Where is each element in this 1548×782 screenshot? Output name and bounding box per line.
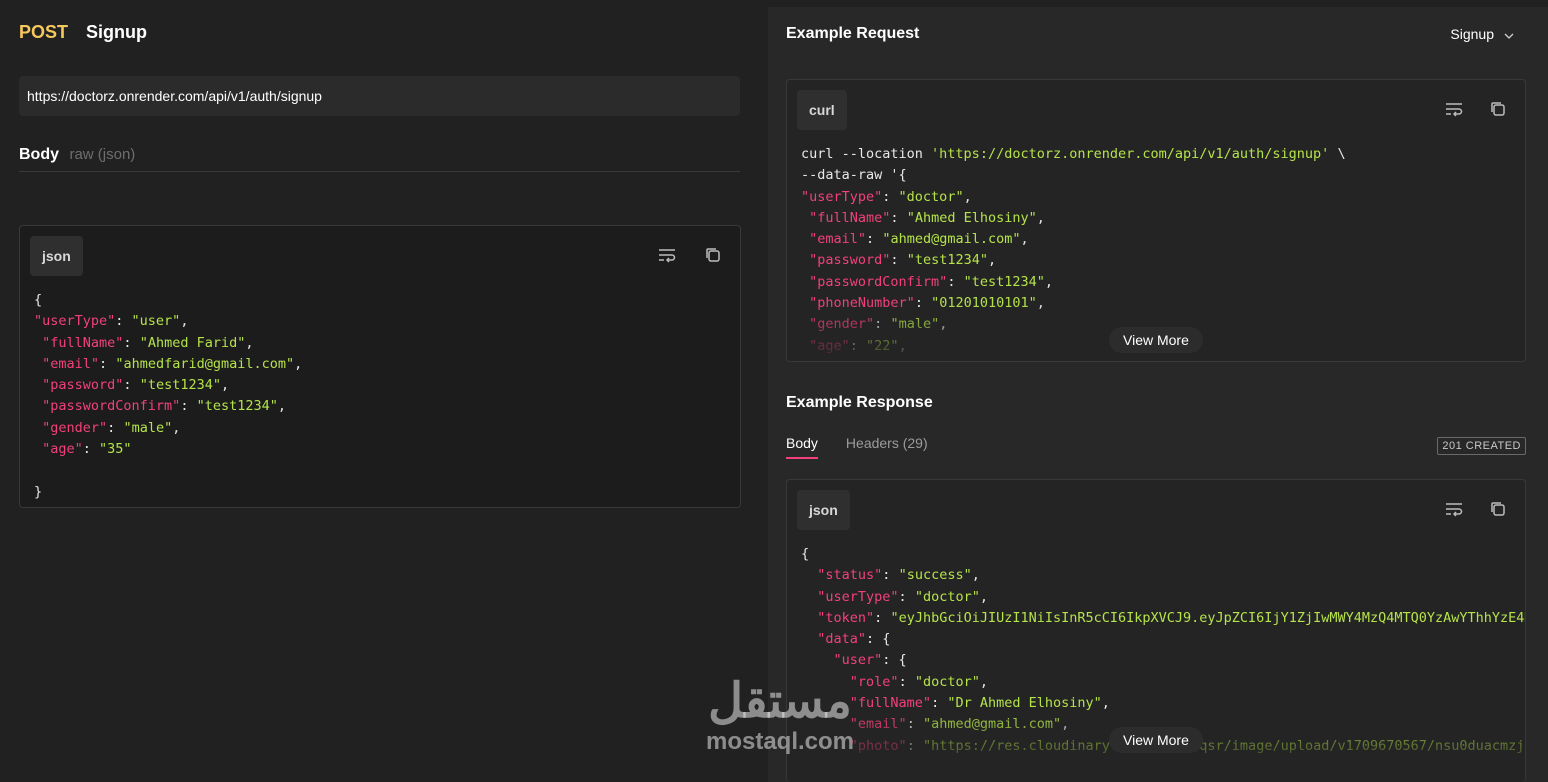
chevron-down-icon [1504, 26, 1514, 42]
code-line: "passwordConfirm": "test1234", [42, 398, 286, 415]
code-line: --data-raw '{ [801, 167, 907, 184]
example-selector-value: Signup [1450, 26, 1494, 42]
wrap-lines-icon[interactable] [1443, 98, 1465, 120]
example-request-card: curl curl --location 'https://doctorz.on… [786, 79, 1526, 362]
body-label: Body [19, 146, 59, 163]
view-more-response-button[interactable]: View More [1109, 727, 1203, 753]
code-line: "age": "35" [42, 441, 132, 458]
wrap-lines-icon[interactable] [1443, 498, 1465, 520]
wrap-lines-icon[interactable] [656, 244, 678, 266]
body-section-header: Body raw (json) [19, 146, 740, 172]
code-line: curl --location 'https://doctorz.onrende… [801, 146, 1346, 162]
status-badge: 201 CREATED [1437, 437, 1526, 455]
code-line: { [34, 292, 43, 308]
code-line: "data": { [817, 631, 891, 648]
lang-tab-json[interactable]: json [30, 236, 83, 276]
tab-response-body[interactable]: Body [786, 435, 818, 459]
endpoint-name: Signup [86, 22, 148, 42]
lang-tab-json-response[interactable]: json [797, 490, 850, 530]
code-line: "passwordConfirm": "test1234", [809, 273, 1053, 290]
response-tabs: Body Headers (29) [786, 435, 928, 459]
code-line: { [801, 546, 810, 562]
code-line: "token": "eyJhbGciOiJIUzI1NiIsInR5cCI6Ik… [817, 609, 1526, 626]
code-line: "userType": "doctor", [801, 188, 972, 205]
example-selector[interactable]: Signup [1450, 26, 1514, 42]
request-url[interactable]: https://doctorz.onrender.com/api/v1/auth… [19, 76, 740, 116]
lang-tab-curl[interactable]: curl [797, 90, 847, 130]
code-line: "userType": "doctor", [817, 588, 988, 605]
copy-icon[interactable] [1487, 98, 1509, 120]
view-more-request-button[interactable]: View More [1109, 327, 1203, 353]
code-line: "status": "success", [817, 567, 980, 584]
watermark-latin: mostaql.com [705, 728, 855, 755]
copy-icon[interactable] [1487, 498, 1509, 520]
code-line: "fullName": "Ahmed Elhosiny", [809, 209, 1045, 226]
mostaql-watermark: مستقل mostaql.com [680, 676, 880, 776]
code-line: "user": { [833, 652, 907, 669]
code-line: "fullName": "Ahmed Farid", [42, 334, 254, 351]
code-line: } [34, 483, 43, 500]
code-line: "email": "ahmed@gmail.com", [809, 231, 1029, 248]
code-line: "gender": "male", [42, 419, 181, 436]
request-body-code[interactable]: { "userType": "user", "fullName": "Ahmed … [34, 290, 302, 503]
body-type-label: raw (json) [69, 146, 136, 163]
code-line: "email": "ahmedfarid@gmail.com", [42, 355, 303, 372]
request-header: POST Signup [19, 22, 147, 43]
examples-panel: Example Request Signup curl curl --locat… [768, 7, 1548, 782]
code-line: "password": "test1234", [42, 377, 230, 394]
code-line: "userType": "user", [34, 313, 189, 330]
code-line: "password": "test1234", [809, 252, 997, 269]
example-response-card: json { "status": "success", "userType": … [786, 479, 1526, 782]
http-method: POST [19, 22, 69, 42]
code-line: "role": "doctor", [849, 673, 988, 690]
request-body-card: json { "userType": "user", "fullName": "A… [19, 225, 741, 508]
watermark-arabic: مستقل [708, 675, 852, 728]
copy-icon[interactable] [702, 244, 724, 266]
example-response-title: Example Response [786, 394, 933, 411]
tab-response-headers[interactable]: Headers (29) [846, 435, 928, 459]
example-request-title: Example Request [786, 25, 920, 42]
request-panel: POST Signup https://doctorz.onrender.com… [0, 0, 768, 782]
